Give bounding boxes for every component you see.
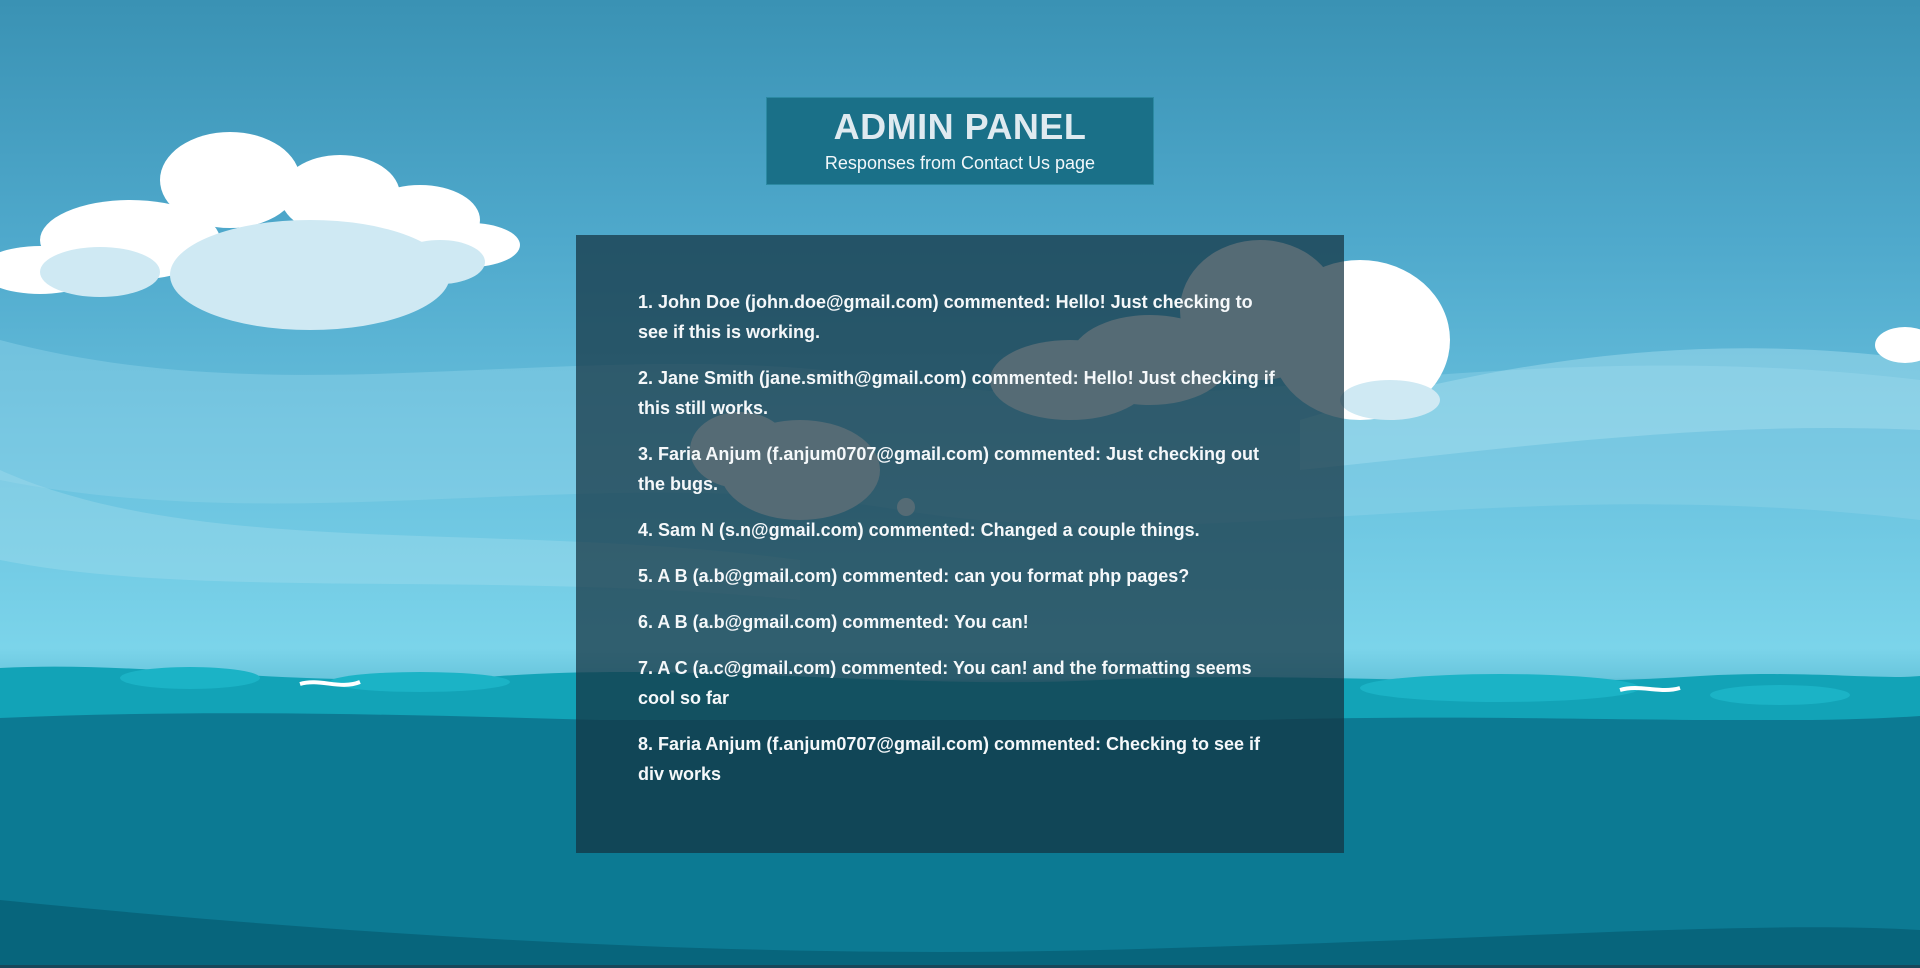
foam [1710, 685, 1850, 705]
comment-item: 4. Sam N (s.n@gmail.com) commented: Chan… [638, 520, 1200, 540]
foam [120, 667, 260, 689]
page-title: ADMIN PANEL [833, 106, 1087, 147]
comment-item: 6. A B (a.b@gmail.com) commented: You ca… [638, 612, 1029, 632]
foam-line [1619, 686, 1681, 692]
comment-item: 8. Faria Anjum (f.anjum0707@gmail.com) c… [638, 734, 1261, 784]
cloud-left [0, 132, 520, 330]
admin-header: ADMIN PANEL Responses from Contact Us pa… [766, 97, 1154, 185]
page-background: ADMIN PANEL Responses from Contact Us pa… [0, 0, 1920, 968]
comment-item: 5. A B (a.b@gmail.com) commented: can yo… [638, 566, 1190, 586]
comment-item: 3. Faria Anjum (f.anjum0707@gmail.com) c… [638, 444, 1260, 494]
foam [1360, 674, 1640, 702]
foam-line [299, 680, 361, 687]
page-subtitle: Responses from Contact Us page [824, 153, 1096, 173]
comment-item: 2. Jane Smith (jane.smith@gmail.com) com… [638, 368, 1275, 418]
comment-item: 7. A C (a.c@gmail.com) commented: You ca… [638, 658, 1252, 708]
comment-item: 1. John Doe (john.doe@gmail.com) comment… [638, 292, 1253, 342]
comments-panel: 1. John Doe (john.doe@gmail.com) comment… [576, 235, 1344, 853]
